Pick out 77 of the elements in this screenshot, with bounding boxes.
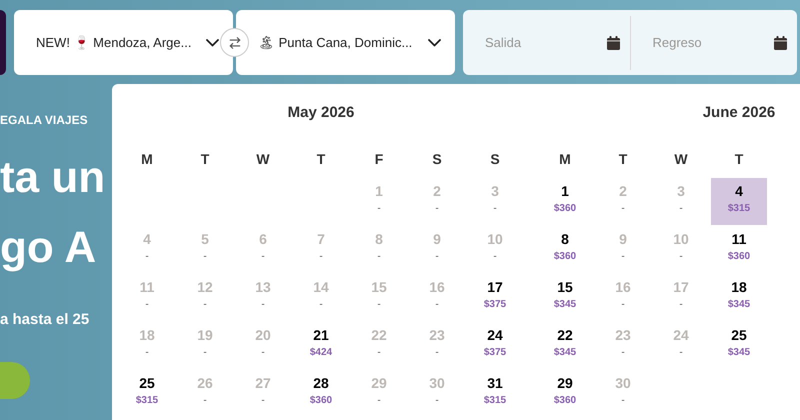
calendar-day[interactable]: 19 -: [177, 322, 233, 369]
calendar-day[interactable]: 15 -: [351, 274, 407, 321]
calendar-day[interactable]: 4 $315: [711, 178, 767, 225]
calendar-day[interactable]: 10 -: [467, 226, 523, 273]
calendar-day[interactable]: 1 $360: [537, 178, 593, 225]
calendar-day[interactable]: 30 -: [595, 370, 651, 417]
calendar-day[interactable]: 17 -: [653, 274, 709, 321]
weekday-label: F: [374, 150, 384, 168]
weekday-label: T: [618, 150, 628, 168]
weekday-label: S: [431, 150, 443, 168]
calendar-day[interactable]: 13 -: [235, 274, 291, 321]
calendar-day[interactable]: 27 -: [235, 370, 291, 417]
calendar-day[interactable]: 15 $345: [537, 274, 593, 321]
calendar-day[interactable]: 2 -: [595, 178, 651, 225]
calendar-day[interactable]: 6 -: [235, 226, 291, 273]
calendar-day[interactable]: 4 -: [119, 226, 175, 273]
weekday-label: W: [673, 150, 689, 168]
calendar-day[interactable]: 2 -: [409, 178, 465, 225]
calendar-day[interactable]: 25 $315: [119, 370, 175, 417]
calendar-day[interactable]: 9 -: [595, 226, 651, 273]
calendar-day[interactable]: 8 -: [351, 226, 407, 273]
calendar-day[interactable]: 11 -: [119, 274, 175, 321]
calendar-day[interactable]: 31 $315: [467, 370, 523, 417]
calendar-day[interactable]: 11 $360: [711, 226, 767, 273]
calendar-day[interactable]: 16 -: [595, 274, 651, 321]
calendar-day[interactable]: 24 $375: [467, 322, 523, 369]
hero-headline: ta un: [0, 152, 106, 204]
chevron-down-icon: [428, 38, 441, 46]
month-title: June 2026: [702, 103, 776, 123]
calendar-day[interactable]: 14 -: [293, 274, 349, 321]
weekday-label: W: [255, 150, 271, 168]
side-panel: [0, 10, 6, 75]
calendar-day[interactable]: 17 $375: [467, 274, 523, 321]
calendar-day[interactable]: 24 -: [653, 322, 709, 369]
calendar-day[interactable]: 28 $360: [293, 370, 349, 417]
month-title: May 2026: [286, 103, 356, 123]
calendar-day[interactable]: 12 -: [177, 274, 233, 321]
calendar-icon: [774, 36, 787, 50]
calendar-day[interactable]: 16 -: [409, 274, 465, 321]
calendar-day[interactable]: 26 -: [177, 370, 233, 417]
calendar-day[interactable]: 3 -: [653, 178, 709, 225]
calendar-day[interactable]: 3 -: [467, 178, 523, 225]
chevron-down-icon: [206, 38, 219, 46]
calendar-day[interactable]: 18 -: [119, 322, 175, 369]
calendar-day[interactable]: 30 -: [409, 370, 465, 417]
weekday-label: T: [734, 150, 744, 168]
swap-arrows-icon: [228, 36, 242, 50]
calendar-day[interactable]: 23 -: [595, 322, 651, 369]
hero-eyebrow: EGALA VIAJES: [0, 112, 89, 129]
origin-select[interactable]: NEW! 🍷 Mendoza, Arge...: [14, 10, 233, 75]
calendar-day[interactable]: 10 -: [653, 226, 709, 273]
destination-select[interactable]: 🏝 Punta Cana, Dominic...: [236, 10, 455, 75]
hero-subtitle: a hasta el 25: [0, 310, 90, 330]
weekday-label: S: [489, 150, 501, 168]
calendar-day[interactable]: 25 $345: [711, 322, 767, 369]
calendar-day[interactable]: 23 -: [409, 322, 465, 369]
calendar-day[interactable]: 1 -: [351, 178, 407, 225]
weekday-label: T: [316, 150, 326, 168]
departure-field[interactable]: Salida: [485, 32, 585, 52]
calendar-day[interactable]: 22 $345: [537, 322, 593, 369]
calendar-day[interactable]: 7 -: [293, 226, 349, 273]
calendar-day[interactable]: 5 -: [177, 226, 233, 273]
calendar-day[interactable]: 21 $424: [293, 322, 349, 369]
weekday-label: M: [140, 150, 154, 168]
calendar-icon: [606, 36, 620, 50]
weekday-label: M: [558, 150, 572, 168]
calendar-day[interactable]: 9 -: [409, 226, 465, 273]
calendar-day[interactable]: 29 $360: [537, 370, 593, 417]
hero-headline: go A: [0, 222, 98, 274]
calendar-day[interactable]: 18 $345: [711, 274, 767, 321]
calendar-day[interactable]: 29 -: [351, 370, 407, 417]
calendar-day[interactable]: 8 $360: [537, 226, 593, 273]
date-range-field[interactable]: Salida Regreso: [463, 10, 797, 75]
calendar-day[interactable]: 22 -: [351, 322, 407, 369]
weekday-label: T: [200, 150, 210, 168]
return-field[interactable]: Regreso: [652, 32, 752, 52]
calendar-day[interactable]: 20 -: [235, 322, 291, 369]
